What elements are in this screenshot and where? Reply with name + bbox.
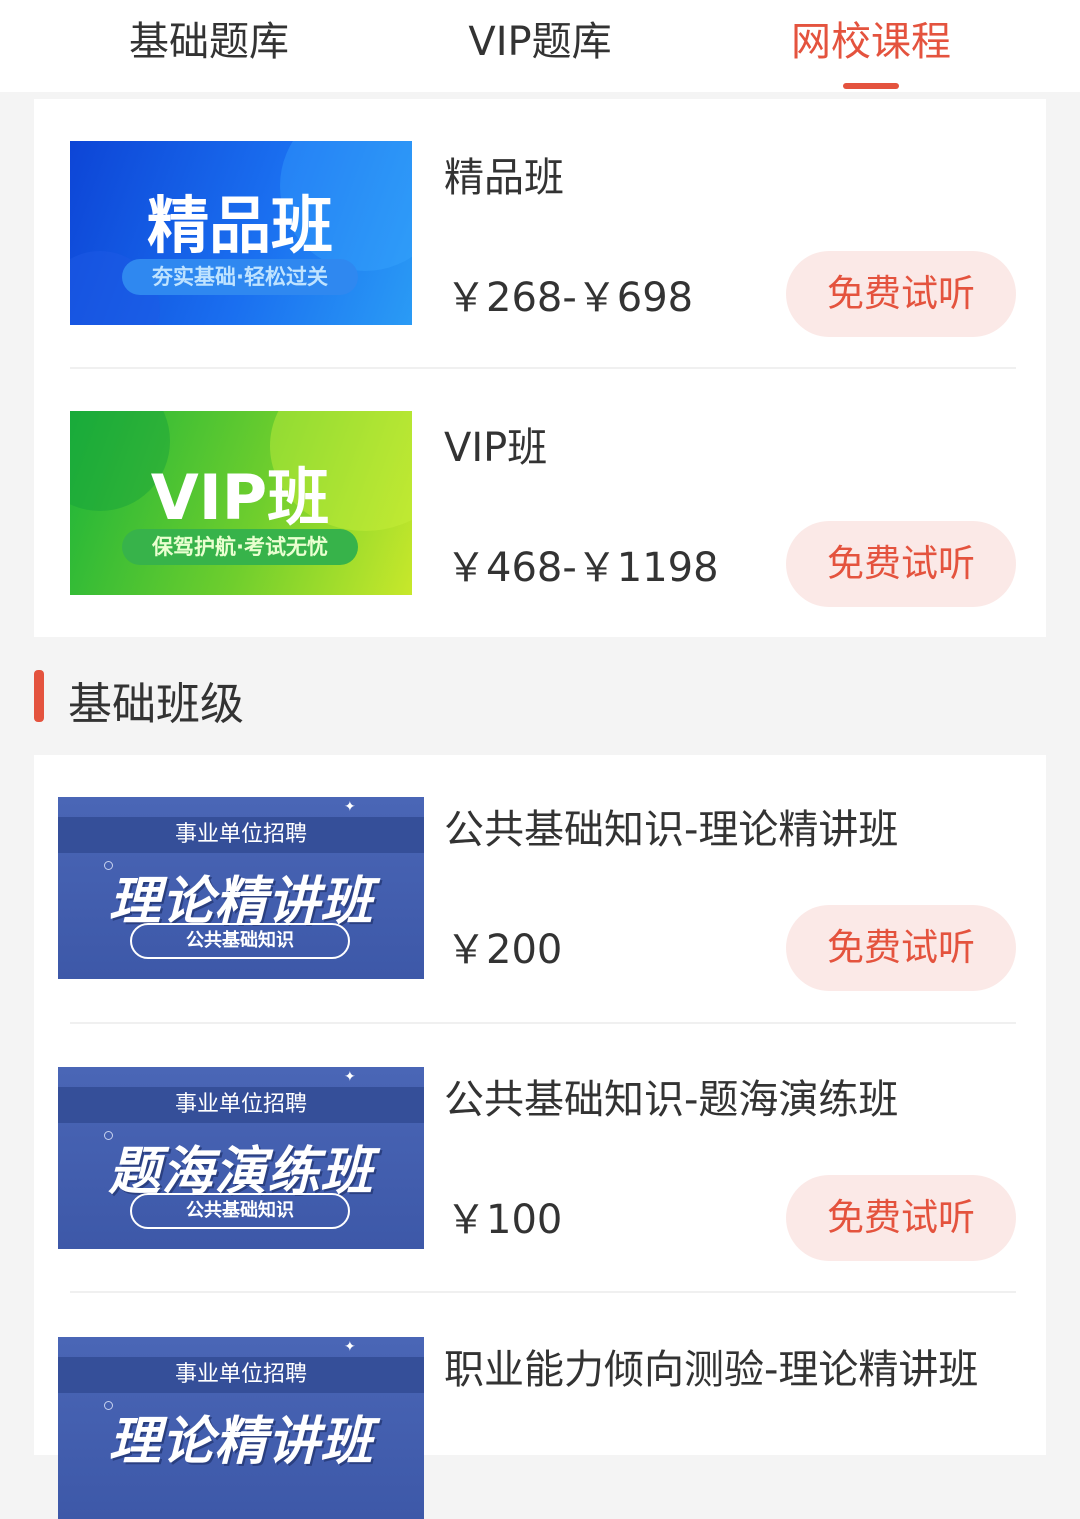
course-price: ￥200 bbox=[446, 927, 563, 973]
course-item-public-practice[interactable]: ✦ 事业单位招聘 题海演练班 公共基础知识 公共基础知识-题海演练班 ￥100 … bbox=[34, 1025, 1046, 1293]
tab-label: VIP题库 bbox=[468, 19, 612, 65]
course-item-premium[interactable]: 精品班 夯实基础·轻松过关 精品班 ￥268-￥698 免费试听 bbox=[34, 99, 1046, 367]
tab-basic-question-bank[interactable]: 基础题库 bbox=[59, 0, 359, 92]
sparkle-icon: ✦ bbox=[344, 799, 356, 815]
course-item-vip[interactable]: VIP班 保驾护航·考试无忧 VIP班 ￥468-￥1198 免费试听 bbox=[34, 369, 1046, 637]
course-banner: ✦ 事业单位招聘 题海演练班 公共基础知识 bbox=[58, 1067, 424, 1249]
section-accent-bar bbox=[34, 670, 44, 722]
course-name: 精品班 bbox=[444, 155, 564, 201]
course-item-aptitude-theory[interactable]: ✦ 事业单位招聘 理论精讲班 职业能力倾向测验-理论精讲班 bbox=[34, 1295, 1046, 1519]
banner-top-text: 事业单位招聘 bbox=[174, 1092, 307, 1117]
section-title: 基础班级 bbox=[68, 679, 244, 730]
tab-label: 基础题库 bbox=[129, 19, 289, 65]
divider bbox=[70, 1291, 1016, 1293]
course-item-public-theory[interactable]: ✦ 事业单位招聘 理论精讲班 公共基础知识 公共基础知识-理论精讲班 ￥200 … bbox=[34, 755, 1046, 1023]
banner-subtitle: 保驾护航·考试无忧 bbox=[122, 529, 358, 565]
course-banner-vip: VIP班 保驾护航·考试无忧 bbox=[70, 411, 412, 595]
banner-top-text: 事业单位招聘 bbox=[174, 822, 307, 847]
course-banner-premium: 精品班 夯实基础·轻松过关 bbox=[70, 141, 412, 325]
course-banner: ✦ 事业单位招聘 理论精讲班 公共基础知识 bbox=[58, 797, 424, 979]
course-name: 公共基础知识-题海演练班 bbox=[444, 1077, 899, 1123]
banner-tag: 公共基础知识 bbox=[130, 1193, 350, 1229]
banner-subtitle: 夯实基础·轻松过关 bbox=[122, 259, 358, 295]
free-trial-button[interactable]: 免费试听 bbox=[786, 905, 1016, 991]
banner-title: VIP班 bbox=[150, 461, 330, 534]
featured-courses-card: 精品班 夯实基础·轻松过关 精品班 ￥268-￥698 免费试听 VIP班 保驾… bbox=[34, 99, 1046, 637]
banner-top-text: 事业单位招聘 bbox=[174, 1362, 307, 1387]
course-name: VIP班 bbox=[444, 425, 548, 471]
top-tab-bar: 基础题库 VIP题库 网校课程 bbox=[0, 0, 1080, 92]
banner-tag: 公共基础知识 bbox=[130, 923, 350, 959]
free-trial-button[interactable]: 免费试听 bbox=[786, 521, 1016, 607]
banner-title: 理论精讲班 bbox=[108, 1412, 374, 1472]
tab-vip-question-bank[interactable]: VIP题库 bbox=[390, 0, 690, 92]
sparkle-icon: ✦ bbox=[344, 1339, 356, 1355]
course-price: ￥268-￥698 bbox=[446, 275, 694, 321]
sparkle-icon: ✦ bbox=[344, 1069, 356, 1085]
free-trial-button[interactable]: 免费试听 bbox=[786, 1175, 1016, 1261]
course-name: 公共基础知识-理论精讲班 bbox=[444, 807, 899, 853]
basic-courses-card: ✦ 事业单位招聘 理论精讲班 公共基础知识 公共基础知识-理论精讲班 ￥200 … bbox=[34, 755, 1046, 1519]
active-tab-indicator bbox=[843, 83, 899, 89]
course-name: 职业能力倾向测验-理论精讲班 bbox=[444, 1347, 979, 1393]
divider bbox=[70, 1022, 1016, 1024]
course-price: ￥468-￥1198 bbox=[446, 545, 719, 591]
course-banner: ✦ 事业单位招聘 理论精讲班 bbox=[58, 1337, 424, 1519]
free-trial-button[interactable]: 免费试听 bbox=[786, 251, 1016, 337]
tab-online-courses[interactable]: 网校课程 bbox=[721, 0, 1021, 92]
banner-title: 精品班 bbox=[146, 189, 333, 262]
course-price: ￥100 bbox=[446, 1197, 563, 1243]
tab-label: 网校课程 bbox=[791, 19, 951, 65]
